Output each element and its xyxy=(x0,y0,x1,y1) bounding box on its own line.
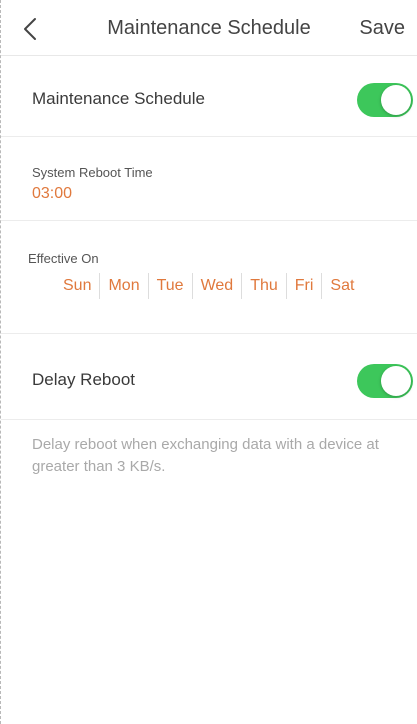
page-title: Maintenance Schedule xyxy=(107,17,311,39)
delay-reboot-label: Delay Reboot xyxy=(32,370,136,389)
reboot-time-label: System Reboot Time xyxy=(32,165,153,180)
day-thu[interactable]: Thu xyxy=(242,274,286,298)
reboot-time-row[interactable]: System Reboot Time 03:00 xyxy=(1,137,417,221)
maintenance-schedule-toggle[interactable] xyxy=(357,83,413,117)
effective-on-label: Effective On xyxy=(28,251,99,266)
day-sun[interactable]: Sun xyxy=(55,274,99,298)
maintenance-schedule-row: Maintenance Schedule xyxy=(1,56,417,137)
delay-reboot-note: Delay reboot when exchanging data with a… xyxy=(32,436,379,475)
day-tue[interactable]: Tue xyxy=(149,274,192,298)
delay-reboot-row: Delay Reboot xyxy=(1,334,417,420)
effective-on-row: Effective On Sun Mon Tue Wed Thu Fri Sat xyxy=(1,221,417,334)
maintenance-schedule-screen: Maintenance Schedule Save Maintenance Sc… xyxy=(0,0,417,724)
day-fri[interactable]: Fri xyxy=(287,274,322,298)
day-mon[interactable]: Mon xyxy=(100,274,147,298)
day-selector: Sun Mon Tue Wed Thu Fri Sat xyxy=(55,273,362,299)
save-button[interactable]: Save xyxy=(359,17,405,40)
toggle-knob xyxy=(381,366,411,396)
reboot-time-value[interactable]: 03:00 xyxy=(32,185,72,203)
day-wed[interactable]: Wed xyxy=(193,274,242,298)
toggle-knob xyxy=(381,85,411,115)
delay-reboot-toggle[interactable] xyxy=(357,364,413,398)
nav-header: Maintenance Schedule Save xyxy=(1,0,417,56)
day-sat[interactable]: Sat xyxy=(322,274,362,298)
maintenance-schedule-label: Maintenance Schedule xyxy=(32,89,205,108)
